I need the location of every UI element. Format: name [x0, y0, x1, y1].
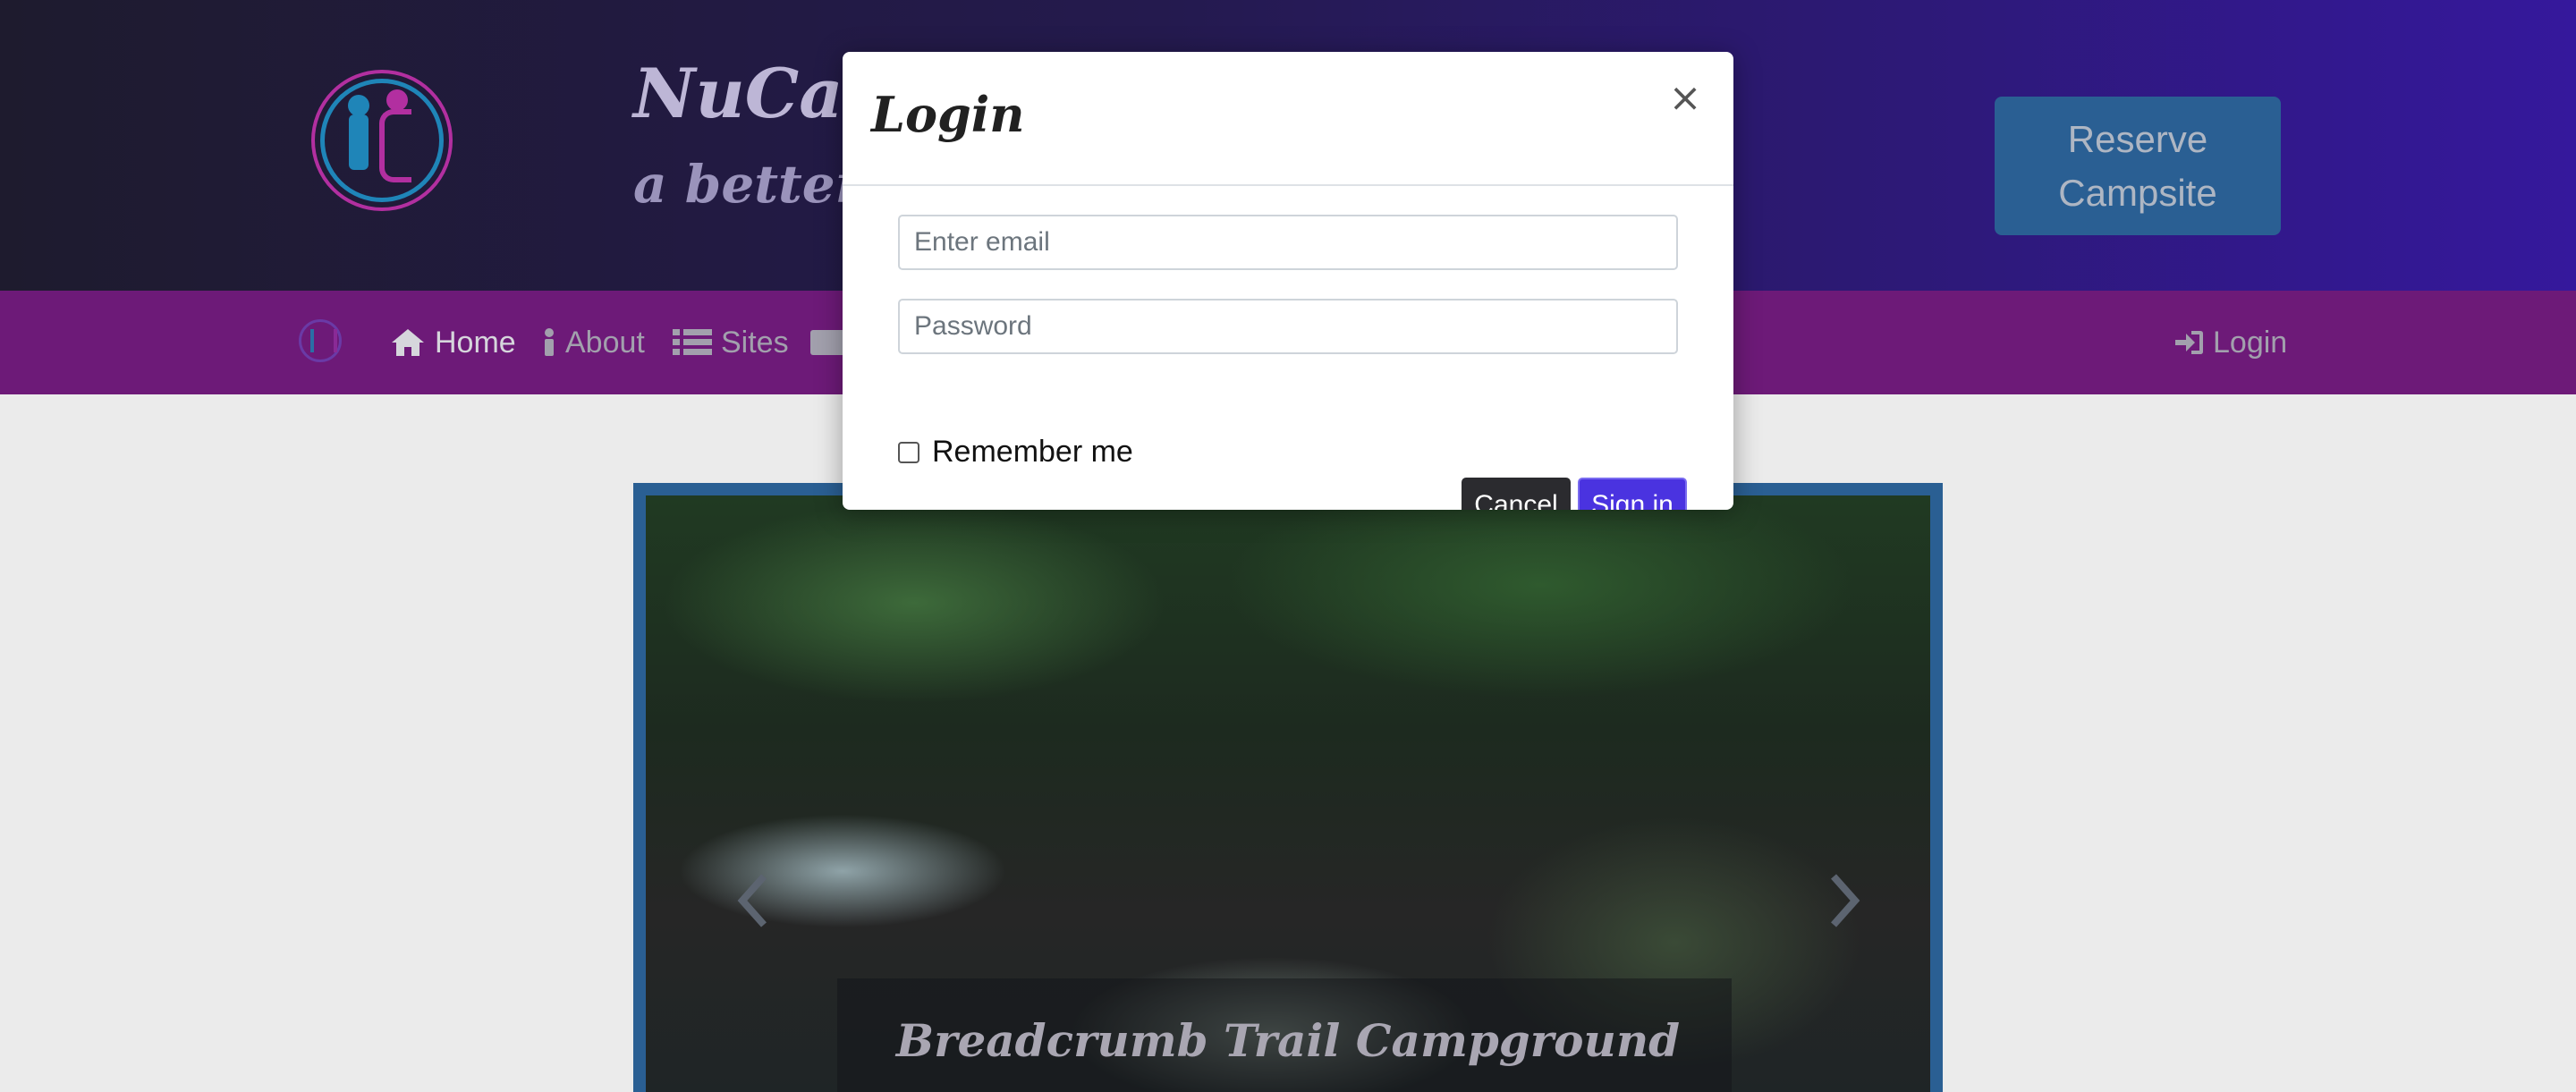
- remember-me-label[interactable]: Remember me: [932, 435, 1133, 470]
- sign-in-button[interactable]: Sign in: [1578, 478, 1687, 510]
- remember-me-row[interactable]: Remember me: [898, 435, 1133, 470]
- login-modal: Login × Remember me Cancel Sign in: [843, 52, 1733, 510]
- email-input[interactable]: [898, 215, 1678, 270]
- close-icon[interactable]: ×: [1664, 77, 1707, 120]
- password-input[interactable]: [898, 299, 1678, 354]
- cancel-button[interactable]: Cancel: [1462, 478, 1571, 510]
- modal-header: Login ×: [843, 52, 1733, 186]
- remember-me-checkbox[interactable]: [898, 441, 919, 463]
- modal-title: Login: [871, 86, 1025, 143]
